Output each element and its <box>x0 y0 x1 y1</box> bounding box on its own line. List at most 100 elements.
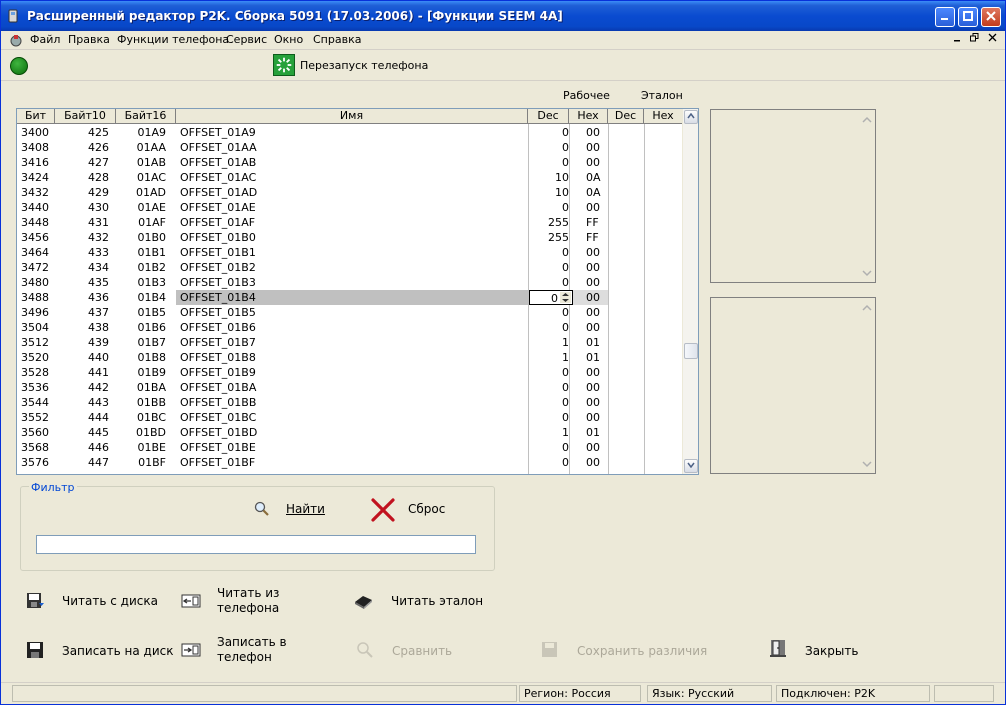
cell-dec: 255 <box>548 231 569 244</box>
table-row[interactable]: 3480 435 01B3 OFFSET_01B3 00 0 <box>17 275 683 290</box>
phone-write-icon[interactable] <box>181 640 201 660</box>
menu-edit[interactable]: Правка <box>68 33 110 46</box>
read-from-disk-button[interactable]: Читать с диска <box>62 594 158 609</box>
read-reference-button[interactable]: Читать эталон <box>391 594 483 609</box>
read-from-phone-button[interactable]: Читать из телефона <box>217 586 307 616</box>
table-row[interactable]: 3520 440 01B8 OFFSET_01B8 01 1 <box>17 350 683 365</box>
dec-value-spinner[interactable]: 0 <box>529 290 573 305</box>
table-row[interactable]: 3472 434 01B2 OFFSET_01B2 00 0 <box>17 260 683 275</box>
search-icon[interactable] <box>254 501 270 517</box>
col-hex-reference[interactable]: Hex <box>644 109 683 124</box>
table-row[interactable]: 3504 438 01B6 OFFSET_01B6 00 0 <box>17 320 683 335</box>
table-row[interactable]: 3424 428 01AC OFFSET_01AC 0A 10 <box>17 170 683 185</box>
table-row[interactable]: 3448 431 01AF OFFSET_01AF FF 255 <box>17 215 683 230</box>
spinner-value: 0 <box>551 292 558 305</box>
menu-help[interactable]: Справка <box>313 33 361 46</box>
reference-group-label: Эталон <box>641 89 683 102</box>
grid-header: Бит Байт10 Байт16 Имя Dec Hex Dec Hex <box>17 109 683 124</box>
write-to-phone-button[interactable]: Записать в телефон <box>217 635 307 665</box>
close-window-button[interactable] <box>981 7 1001 27</box>
info-panel-top[interactable] <box>710 109 876 283</box>
col-byte10[interactable]: Байт10 <box>55 109 116 124</box>
menu-phone-functions[interactable]: Функции телефона <box>117 33 229 46</box>
col-name[interactable]: Имя <box>176 109 528 124</box>
table-row[interactable]: 3560 445 01BD OFFSET_01BD 01 1 <box>17 425 683 440</box>
table-row[interactable]: 3568 446 01BE OFFSET_01BE 00 0 <box>17 440 683 455</box>
minimize-button[interactable] <box>935 7 955 27</box>
table-row[interactable]: 3488 436 01B4 OFFSET_01B4 00 0 <box>17 290 683 305</box>
restart-phone-button[interactable]: Перезапуск телефона <box>300 59 428 72</box>
table-row[interactable]: 3512 439 01B7 OFFSET_01B7 01 1 <box>17 335 683 350</box>
table-row[interactable]: 3528 441 01B9 OFFSET_01B9 00 0 <box>17 365 683 380</box>
cell-name: OFFSET_01AB <box>180 156 257 169</box>
info-panel-scrollbar[interactable] <box>859 110 875 282</box>
col-bit[interactable]: Бит <box>17 109 55 124</box>
table-row[interactable]: 3440 430 01AE OFFSET_01AE 00 0 <box>17 200 683 215</box>
cell-bit: 3528 <box>21 366 49 379</box>
cell-bit: 3432 <box>21 186 49 199</box>
disk-read-icon[interactable] <box>25 591 45 611</box>
status-connection: Подключен: P2K <box>776 685 930 702</box>
menu-file[interactable]: Файл <box>30 33 60 46</box>
working-group-label: Рабочее <box>563 89 610 102</box>
menu-window[interactable]: Окно <box>274 33 303 46</box>
close-icon <box>986 11 996 21</box>
scroll-up-button[interactable] <box>684 110 698 124</box>
data-grid[interactable]: Бит Байт10 Байт16 Имя Dec Hex Dec Hex 34… <box>16 108 699 475</box>
table-row[interactable]: 3576 447 01BF OFFSET_01BF 00 0 <box>17 455 683 470</box>
grid-scrollbar[interactable] <box>682 109 698 474</box>
info-panel-bottom[interactable] <box>710 297 876 474</box>
table-row[interactable]: 3496 437 01B5 OFFSET_01B5 00 0 <box>17 305 683 320</box>
chevron-up-icon[interactable] <box>861 302 873 314</box>
cell-byte16: 01BE <box>137 441 167 454</box>
cell-byte16: 01B2 <box>137 261 166 274</box>
title-bar[interactable]: Расширенный редактор P2K. Сборка 5091 (1… <box>1 1 1005 31</box>
close-button[interactable]: Закрыть <box>805 644 858 659</box>
mdi-restore-button[interactable] <box>967 33 982 47</box>
reset-button[interactable]: Сброс <box>408 502 445 516</box>
cell-hex: 00 <box>586 201 600 214</box>
mdi-minimize-button[interactable] <box>950 33 965 47</box>
chevron-down-icon[interactable] <box>861 267 873 279</box>
write-to-disk-button[interactable]: Записать на диск <box>62 644 173 659</box>
book-icon[interactable] <box>353 590 373 610</box>
cell-bit: 3440 <box>21 201 49 214</box>
cell-hex: 00 <box>586 291 600 304</box>
chevron-down-icon[interactable] <box>861 458 873 470</box>
filter-legend: Фильтр <box>29 481 77 494</box>
col-hex-working[interactable]: Hex <box>569 109 608 124</box>
table-row[interactable]: 3416 427 01AB OFFSET_01AB 00 0 <box>17 155 683 170</box>
restart-phone-icon[interactable] <box>273 54 295 76</box>
menu-service[interactable]: Сервис <box>226 33 267 46</box>
cell-dec: 0 <box>562 321 569 334</box>
spinner-arrows-icon[interactable] <box>560 292 571 303</box>
scroll-down-button[interactable] <box>684 459 698 473</box>
table-row[interactable]: 3456 432 01B0 OFFSET_01B0 FF 255 <box>17 230 683 245</box>
table-row[interactable]: 3400 425 01A9 OFFSET_01A9 00 0 <box>17 125 683 140</box>
phone-read-icon[interactable] <box>181 591 201 611</box>
cell-bit: 3560 <box>21 426 49 439</box>
maximize-button[interactable] <box>958 7 978 27</box>
table-row[interactable]: 3544 443 01BB OFFSET_01BB 00 0 <box>17 395 683 410</box>
find-button[interactable]: Найти <box>286 502 325 516</box>
disk-write-icon[interactable] <box>25 640 45 660</box>
info-panel-scrollbar[interactable] <box>859 298 875 473</box>
exit-door-icon[interactable] <box>768 638 788 658</box>
chevron-up-icon[interactable] <box>861 114 873 126</box>
cell-hex: 00 <box>586 366 600 379</box>
table-row[interactable]: 3408 426 01AA OFFSET_01AA 00 0 <box>17 140 683 155</box>
table-row[interactable]: 3432 429 01AD OFFSET_01AD 0A 10 <box>17 185 683 200</box>
mdi-close-button[interactable] <box>985 33 1000 47</box>
reset-x-icon[interactable] <box>370 497 396 523</box>
table-row[interactable]: 3464 433 01B1 OFFSET_01B1 00 0 <box>17 245 683 260</box>
table-row[interactable]: 3552 444 01BC OFFSET_01BC 00 0 <box>17 410 683 425</box>
filter-input[interactable] <box>36 535 476 554</box>
col-byte16[interactable]: Байт16 <box>116 109 176 124</box>
scroll-thumb[interactable] <box>684 343 698 359</box>
col-dec-reference[interactable]: Dec <box>608 109 644 124</box>
col-dec-working[interactable]: Dec <box>528 109 569 124</box>
table-row[interactable]: 3536 442 01BA OFFSET_01BA 00 0 <box>17 380 683 395</box>
cell-hex: FF <box>586 216 599 229</box>
cell-bit: 3496 <box>21 306 49 319</box>
cell-name: OFFSET_01B8 <box>180 351 256 364</box>
